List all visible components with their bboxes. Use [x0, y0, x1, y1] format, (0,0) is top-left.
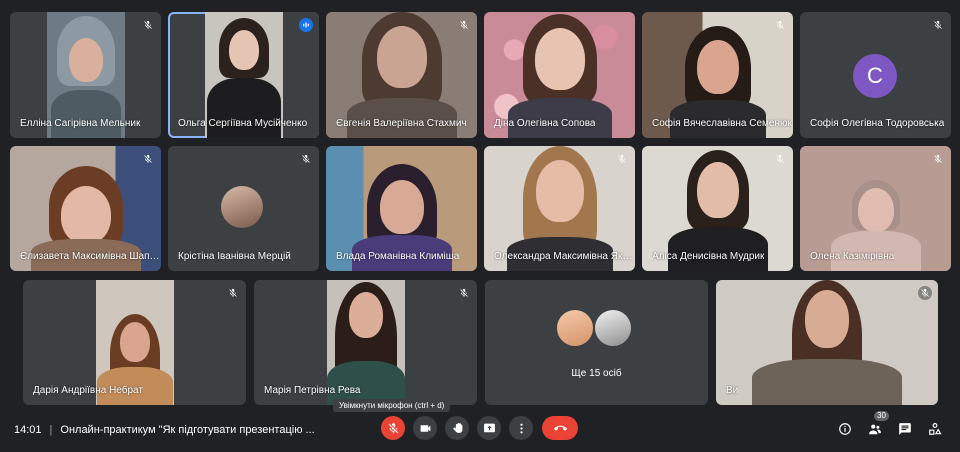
more-participants-tile[interactable]: Ще 15 осіб — [485, 280, 708, 405]
mic-off-icon — [773, 18, 787, 32]
participant-name: Марія Петрівна Рева — [264, 385, 361, 396]
mic-off-icon — [299, 152, 313, 166]
present-button[interactable] — [477, 416, 501, 440]
mic-off-icon — [931, 152, 945, 166]
people-icon — [869, 424, 881, 435]
participant-tile-4[interactable]: Діна Олегівна Сопова — [484, 12, 635, 138]
participant-tile-9[interactable]: Влада Романівна Климіша — [326, 146, 477, 271]
participant-name: Олена Казімірівна — [810, 251, 895, 262]
avatar — [555, 308, 595, 348]
participant-tile-10[interactable]: Олександра Максимівна Яковенко — [484, 146, 635, 271]
people-button[interactable] — [866, 420, 884, 438]
chat-icon — [899, 423, 911, 435]
participant-tile-3[interactable]: Євгенія Валеріївна Стахмич — [326, 12, 477, 138]
participant-name: Влада Романівна Климіша — [336, 251, 460, 262]
participant-name: Крістіна Іванівна Мерцій — [178, 251, 291, 262]
participant-name: Олександра Максимівна Яковенко — [494, 251, 634, 262]
meeting-title: Онлайн-практикум "Як підготувати презент… — [60, 424, 315, 436]
avatar — [221, 186, 263, 228]
participant-name: Ви — [726, 385, 739, 396]
mic-off-icon — [388, 422, 398, 433]
mic-off-icon — [457, 286, 471, 300]
mic-toggle-button[interactable] — [381, 416, 405, 440]
mic-off-icon — [457, 18, 471, 32]
more-vert-icon — [519, 423, 523, 433]
participant-name: Євгенія Валеріївна Стахмич — [336, 118, 467, 129]
participant-name: Єлизавета Максимівна Шапошник — [20, 251, 160, 262]
activities-icon — [929, 423, 942, 435]
raise-hand-button[interactable] — [445, 416, 469, 440]
mic-tooltip: Увімкнути мікрофон (ctrl + d) — [333, 399, 451, 412]
mic-off-icon — [141, 18, 155, 32]
participant-name: Аліса Денисівна Мудрик — [652, 251, 765, 262]
participant-tile-13[interactable]: Дарія Андріївна Небрат — [23, 280, 246, 405]
participant-name: Софія Вячеславівна Семенюк — [652, 118, 792, 129]
participant-name: Софія Олегівна Тодоровська — [810, 118, 945, 129]
mic-off-icon — [773, 152, 787, 166]
activities-button[interactable] — [926, 420, 944, 438]
participant-tile-1[interactable]: Елліна Сагірівна Мельник — [10, 12, 161, 138]
participant-name: Діна Олегівна Сопова — [494, 118, 596, 129]
mic-off-icon — [226, 286, 240, 300]
participant-tile-7[interactable]: Єлизавета Максимівна Шапошник — [10, 146, 161, 271]
avatar — [593, 308, 633, 348]
camera-icon — [420, 424, 430, 432]
participant-name: Дарія Андріївна Небрат — [33, 385, 143, 396]
meeting-info: 14:01 | Онлайн-практикум "Як підготувати… — [14, 424, 315, 436]
meeting-info-separator: | — [49, 424, 53, 436]
avatar: C — [853, 54, 897, 98]
participant-tile-2[interactable]: Ольга Сергіївна Мусійченко — [168, 12, 319, 138]
more-participants-label: Ще 15 осіб — [571, 368, 622, 379]
meeting-time: 14:01 — [14, 424, 42, 436]
phone-end-icon — [553, 425, 567, 431]
chat-button[interactable] — [896, 420, 914, 438]
info-icon — [839, 423, 851, 435]
participant-tile-6[interactable]: C Софія Олегівна Тодоровська — [800, 12, 951, 138]
speaking-indicator-icon — [299, 18, 313, 32]
mic-off-icon — [931, 18, 945, 32]
participant-tile-12[interactable]: Олена Казімірівна — [800, 146, 951, 271]
participant-name: Елліна Сагірівна Мельник — [20, 118, 141, 129]
meeting-details-button[interactable] — [836, 420, 854, 438]
participant-name: Ольга Сергіївна Мусійченко — [178, 118, 308, 129]
camera-toggle-button[interactable] — [413, 416, 437, 440]
mic-off-icon — [918, 286, 932, 300]
participant-tile-14[interactable]: Марія Петрівна Рева — [254, 280, 477, 405]
end-call-button[interactable] — [542, 416, 578, 440]
more-options-button[interactable] — [509, 416, 533, 440]
mic-off-icon — [141, 152, 155, 166]
present-icon — [483, 423, 495, 432]
self-tile[interactable]: Ви — [716, 280, 938, 405]
hand-icon — [452, 422, 462, 433]
participant-tile-5[interactable]: Софія Вячеславівна Семенюк — [642, 12, 793, 138]
participant-tile-11[interactable]: Аліса Денисівна Мудрик — [642, 146, 793, 271]
mic-off-icon — [615, 152, 629, 166]
more-participants-avatars — [555, 308, 633, 348]
participant-tile-8[interactable]: Крістіна Іванівна Мерцій — [168, 146, 319, 271]
